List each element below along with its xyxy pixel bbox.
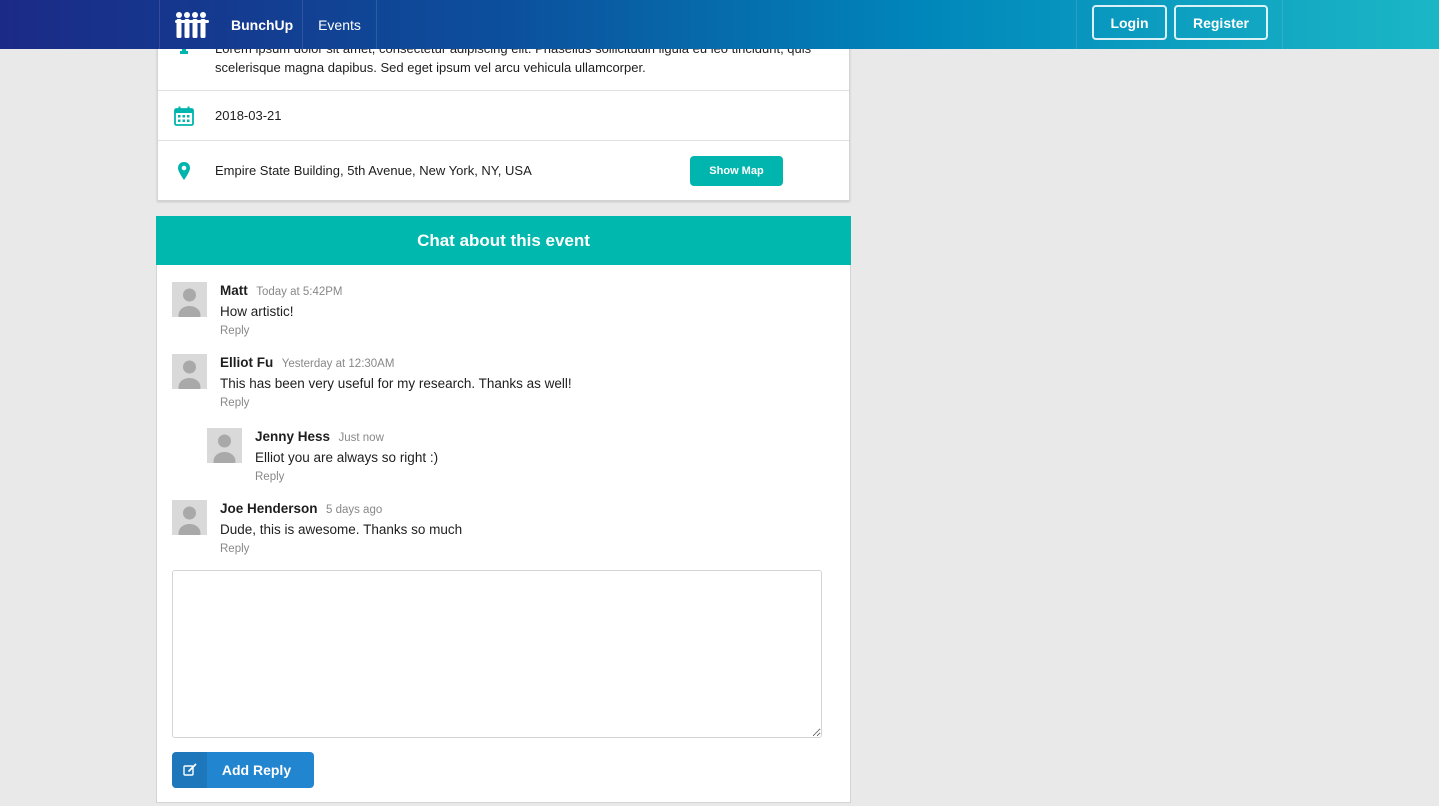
- comment-author[interactable]: Jenny Hess: [255, 429, 330, 444]
- reply-textarea[interactable]: [172, 570, 822, 738]
- user-icon: [178, 288, 201, 317]
- comment-header: Matt Today at 5:42PM: [220, 282, 780, 300]
- location-row: Empire State Building, 5th Avenue, New Y…: [158, 141, 849, 200]
- brand-link[interactable]: BunchUp: [159, 0, 303, 49]
- calendar-icon: [174, 106, 194, 126]
- comment-content: Joe Henderson 5 days ago Dude, this is a…: [220, 500, 780, 557]
- chat-panel: Matt Today at 5:42PM How artistic! Reply…: [156, 265, 851, 803]
- comment-time: Yesterday at 12:30AM: [281, 358, 395, 370]
- comment-header: Joe Henderson 5 days ago: [220, 500, 780, 518]
- reply-link[interactable]: Reply: [220, 543, 249, 555]
- reply-link[interactable]: Reply: [255, 471, 284, 483]
- edit-icon: [172, 752, 207, 788]
- comment-header: Jenny Hess Just now: [255, 428, 815, 446]
- comment-text: Dude, this is awesome. Thanks so much: [220, 522, 463, 537]
- comment-author[interactable]: Matt: [220, 283, 248, 298]
- add-reply-label: Add Reply: [221, 762, 292, 778]
- comment-time: Today at 5:42PM: [256, 286, 343, 298]
- comment-text: This has been very useful for my researc…: [220, 376, 572, 391]
- avatar: [172, 354, 207, 389]
- comment-content: Jenny Hess Just now Elliot you are alway…: [255, 428, 815, 485]
- brand-name: BunchUp: [231, 16, 294, 33]
- event-details-card: Lorem ipsum dolor sit amet, consectetur …: [157, 26, 850, 201]
- map-marker-icon: [178, 162, 190, 180]
- comment-text: Elliot you are always so right :): [255, 450, 439, 465]
- comment-author[interactable]: Joe Henderson: [220, 501, 318, 516]
- avatar: [207, 428, 242, 463]
- comment-time: 5 days ago: [325, 504, 383, 516]
- event-location: Empire State Building, 5th Avenue, New Y…: [215, 163, 532, 178]
- comment-time: Just now: [338, 432, 384, 444]
- user-icon: [178, 506, 201, 535]
- avatar: [172, 282, 207, 317]
- comment-author[interactable]: Elliot Fu: [220, 355, 273, 370]
- event-date: 2018-03-21: [215, 108, 282, 123]
- nav-events-link[interactable]: Events: [303, 0, 377, 49]
- user-icon: [178, 360, 201, 389]
- user-icon: [213, 434, 236, 463]
- avatar: [172, 500, 207, 535]
- people-logo-icon: [175, 11, 209, 38]
- login-button[interactable]: Login: [1092, 5, 1167, 40]
- reply-link[interactable]: Reply: [220, 325, 249, 337]
- comment-content: Matt Today at 5:42PM How artistic! Reply: [220, 282, 780, 339]
- chat-header: Chat about this event: [156, 216, 851, 265]
- register-button[interactable]: Register: [1174, 5, 1268, 40]
- top-navbar: BunchUp Events Login Register: [0, 0, 1439, 49]
- add-reply-button[interactable]: Add Reply: [172, 752, 314, 788]
- comment-text: How artistic!: [220, 304, 294, 319]
- comment-content: Elliot Fu Yesterday at 12:30AM This has …: [220, 354, 780, 411]
- date-row: 2018-03-21: [158, 91, 849, 141]
- comment-header: Elliot Fu Yesterday at 12:30AM: [220, 354, 780, 372]
- reply-link[interactable]: Reply: [220, 397, 249, 409]
- show-map-button[interactable]: Show Map: [690, 156, 783, 186]
